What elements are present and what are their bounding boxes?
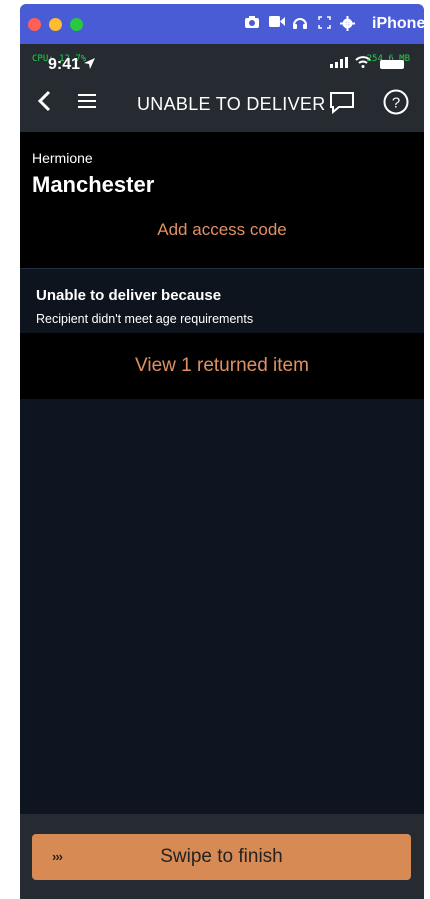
- address-section: Hermione Manchester Add access code: [20, 132, 424, 268]
- help-icon[interactable]: ?: [382, 88, 410, 116]
- location-arrow-icon: [84, 58, 96, 69]
- fullscreen-icon[interactable]: [317, 16, 331, 30]
- svg-text:?: ?: [392, 95, 400, 112]
- chat-icon[interactable]: [328, 88, 356, 116]
- reason-description: Recipient didn't meet age requirements: [36, 312, 254, 326]
- returned-items-section: View 1 returned item: [20, 333, 424, 399]
- battery-icon: [380, 60, 404, 69]
- add-access-code-link[interactable]: Add access code: [20, 220, 424, 240]
- headphones-icon[interactable]: [293, 16, 307, 30]
- phone-screen: CPU: 12.7% 9:41 254.6 MB UNABLE TO DELIV…: [20, 44, 424, 899]
- swipe-to-finish-slider[interactable]: ››› Swipe to finish: [32, 834, 411, 880]
- reason-section: Unable to deliver because Recipient didn…: [20, 269, 424, 333]
- delivery-city: Manchester: [32, 172, 155, 197]
- status-time: 9:41: [48, 56, 96, 74]
- page-title: UNABLE TO DELIVER: [137, 94, 326, 114]
- swipe-area: ››› Swipe to finish: [20, 814, 424, 899]
- back-arrow-icon[interactable]: [32, 88, 58, 114]
- window-controls: [28, 17, 83, 31]
- close-window-button[interactable]: [28, 17, 41, 31]
- nav-bar: UNABLE TO DELIVER ?: [20, 74, 424, 132]
- video-icon[interactable]: [269, 16, 285, 30]
- zoom-window-button[interactable]: [70, 17, 83, 31]
- reason-title: Unable to deliver because: [36, 287, 222, 304]
- simulator-device-name: iPhone: [372, 15, 426, 32]
- signal-icon: [330, 57, 348, 71]
- status-bar: CPU: 12.7% 9:41 254.6 MB: [20, 44, 424, 74]
- gear-icon[interactable]: [340, 16, 355, 34]
- recipient-name: Hermione: [32, 150, 93, 166]
- hamburger-menu-icon[interactable]: [76, 90, 98, 112]
- camera-icon[interactable]: [245, 16, 259, 30]
- simulator-toolbar: iPhone: [20, 4, 426, 44]
- view-returned-items-link[interactable]: View 1 returned item: [20, 355, 424, 377]
- minimize-window-button[interactable]: [49, 17, 62, 31]
- swipe-label: Swipe to finish: [160, 846, 283, 867]
